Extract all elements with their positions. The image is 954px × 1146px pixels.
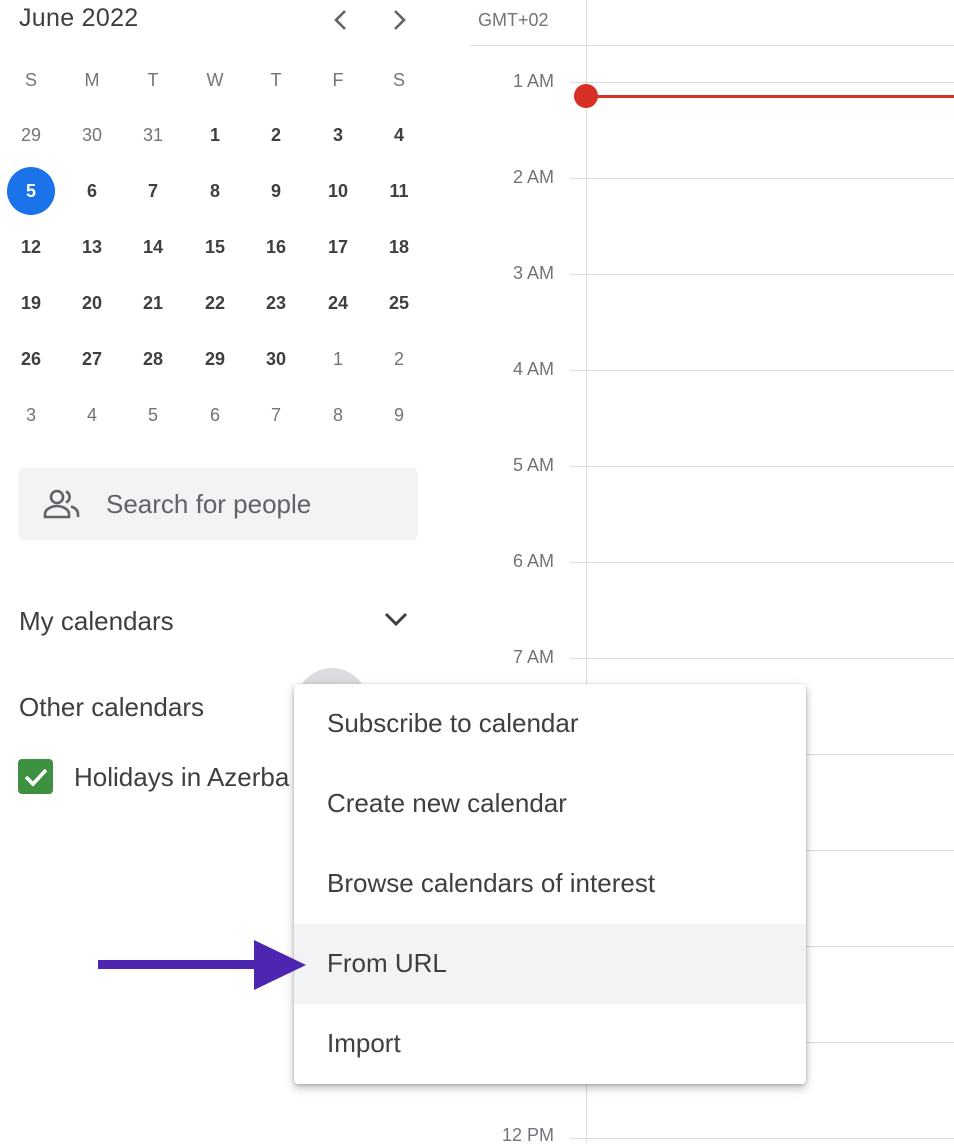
calendar-day[interactable]: 29 bbox=[191, 335, 239, 383]
chevron-right-icon bbox=[394, 10, 406, 30]
calendar-day[interactable]: 20 bbox=[68, 279, 116, 327]
hour-label: 3 AM bbox=[512, 263, 554, 283]
calendar-day[interactable]: 28 bbox=[129, 335, 177, 383]
calendar-day[interactable]: 30 bbox=[252, 335, 300, 383]
menu-item-label: Import bbox=[327, 1028, 401, 1058]
search-people-input[interactable]: Search for people bbox=[18, 468, 418, 540]
menu-item-browse[interactable]: Browse calendars of interest bbox=[294, 844, 806, 924]
calendar-day[interactable]: 7 bbox=[252, 391, 300, 439]
calendar-day[interactable]: 1 bbox=[314, 335, 362, 383]
calendar-day[interactable]: 14 bbox=[129, 223, 177, 271]
calendar-day[interactable]: 8 bbox=[191, 167, 239, 215]
hour-gridline bbox=[570, 178, 954, 179]
calendar-day[interactable]: 2 bbox=[375, 335, 423, 383]
menu-item-create-new[interactable]: Create new calendar bbox=[294, 764, 806, 844]
current-time-line bbox=[586, 95, 954, 98]
chevron-left-icon bbox=[334, 10, 346, 30]
add-calendar-menu: Subscribe to calendar Create new calenda… bbox=[294, 684, 806, 1084]
calendar-day[interactable]: 9 bbox=[252, 167, 300, 215]
previous-month-button[interactable] bbox=[322, 2, 358, 38]
calendar-day[interactable]: 3 bbox=[314, 111, 362, 159]
hour-label: 4 AM bbox=[512, 359, 554, 379]
next-month-button[interactable] bbox=[382, 2, 418, 38]
search-placeholder: Search for people bbox=[106, 489, 312, 519]
menu-item-import[interactable]: Import bbox=[294, 1004, 806, 1084]
month-title: June 2022 bbox=[19, 4, 139, 32]
calendar-day[interactable]: 17 bbox=[314, 223, 362, 271]
weekday-label: S bbox=[24, 70, 37, 90]
hour-label: 1 AM bbox=[512, 71, 554, 91]
calendar-day[interactable]: 21 bbox=[129, 279, 177, 327]
calendar-day[interactable]: 12 bbox=[7, 223, 55, 271]
calendar-day[interactable]: 6 bbox=[191, 391, 239, 439]
hour-label: 7 AM bbox=[512, 647, 554, 667]
calendar-day[interactable]: 6 bbox=[68, 167, 116, 215]
calendar-day[interactable]: 22 bbox=[191, 279, 239, 327]
calendar-day[interactable]: 30 bbox=[68, 111, 116, 159]
calendar-day[interactable]: 19 bbox=[7, 279, 55, 327]
weekday-label: F bbox=[332, 70, 344, 90]
check-icon bbox=[24, 768, 48, 787]
hour-label: 6 AM bbox=[512, 551, 554, 571]
menu-item-label: Create new calendar bbox=[327, 788, 567, 818]
calendar-day[interactable]: 11 bbox=[375, 167, 423, 215]
calendar-day[interactable]: 5 bbox=[129, 391, 177, 439]
holidays-checkbox[interactable] bbox=[18, 759, 53, 794]
calendar-day[interactable]: 4 bbox=[68, 391, 116, 439]
holidays-calendar-label[interactable]: Holidays in Azerba bbox=[74, 762, 289, 793]
hour-gridline bbox=[570, 274, 954, 275]
hour-gridline bbox=[570, 370, 954, 371]
calendar-day[interactable]: 13 bbox=[68, 223, 116, 271]
weekday-label: W bbox=[206, 70, 224, 90]
calendar-day[interactable]: 7 bbox=[129, 167, 177, 215]
other-calendars-heading: Other calendars bbox=[19, 692, 204, 722]
calendar-day[interactable]: 9 bbox=[375, 391, 423, 439]
annotation-arrow-icon bbox=[98, 940, 306, 990]
menu-item-label: From URL bbox=[327, 948, 447, 978]
calendar-day[interactable]: 27 bbox=[68, 335, 116, 383]
calendar-day[interactable]: 18 bbox=[375, 223, 423, 271]
weekday-label: S bbox=[392, 70, 405, 90]
calendar-day[interactable]: 31 bbox=[129, 111, 177, 159]
calendar-day[interactable]: 10 bbox=[314, 167, 362, 215]
menu-item-label: Browse calendars of interest bbox=[327, 868, 656, 898]
calendar-day[interactable]: 15 bbox=[191, 223, 239, 271]
hour-label: 5 AM bbox=[512, 455, 554, 475]
menu-item-subscribe[interactable]: Subscribe to calendar bbox=[294, 684, 806, 764]
hour-gridline bbox=[570, 658, 954, 659]
people-icon bbox=[43, 489, 80, 519]
calendar-day[interactable]: 2 bbox=[252, 111, 300, 159]
timezone-label: GMT+02 bbox=[478, 10, 549, 30]
calendar-day[interactable]: 3 bbox=[7, 391, 55, 439]
hour-gridline bbox=[570, 466, 954, 467]
weekday-label: M bbox=[84, 70, 100, 90]
menu-item-label: Subscribe to calendar bbox=[327, 708, 579, 738]
calendar-day[interactable]: 4 bbox=[375, 111, 423, 159]
hour-label: 12 PM bbox=[501, 1125, 554, 1145]
hour-gridline bbox=[570, 82, 954, 83]
chevron-down-icon[interactable] bbox=[380, 606, 412, 634]
hour-label: 2 AM bbox=[512, 167, 554, 187]
calendar-day[interactable]: 24 bbox=[314, 279, 362, 327]
my-calendars-heading[interactable]: My calendars bbox=[19, 606, 174, 637]
calendar-day[interactable]: 16 bbox=[252, 223, 300, 271]
calendar-day[interactable]: 26 bbox=[7, 335, 55, 383]
calendar-day[interactable]: 29 bbox=[7, 111, 55, 159]
current-time-dot bbox=[574, 84, 598, 108]
weekday-label: T bbox=[270, 70, 282, 90]
calendar-day[interactable]: 8 bbox=[314, 391, 362, 439]
hour-gridline bbox=[570, 1138, 954, 1139]
calendar-day-today[interactable]: 5 bbox=[7, 167, 55, 215]
calendar-day[interactable]: 25 bbox=[375, 279, 423, 327]
hour-gridline bbox=[570, 562, 954, 563]
menu-item-from-url[interactable]: From URL bbox=[294, 924, 806, 1004]
all-day-divider bbox=[470, 45, 954, 46]
calendar-day[interactable]: 1 bbox=[191, 111, 239, 159]
weekday-label: T bbox=[147, 70, 159, 90]
calendar-day[interactable]: 23 bbox=[252, 279, 300, 327]
